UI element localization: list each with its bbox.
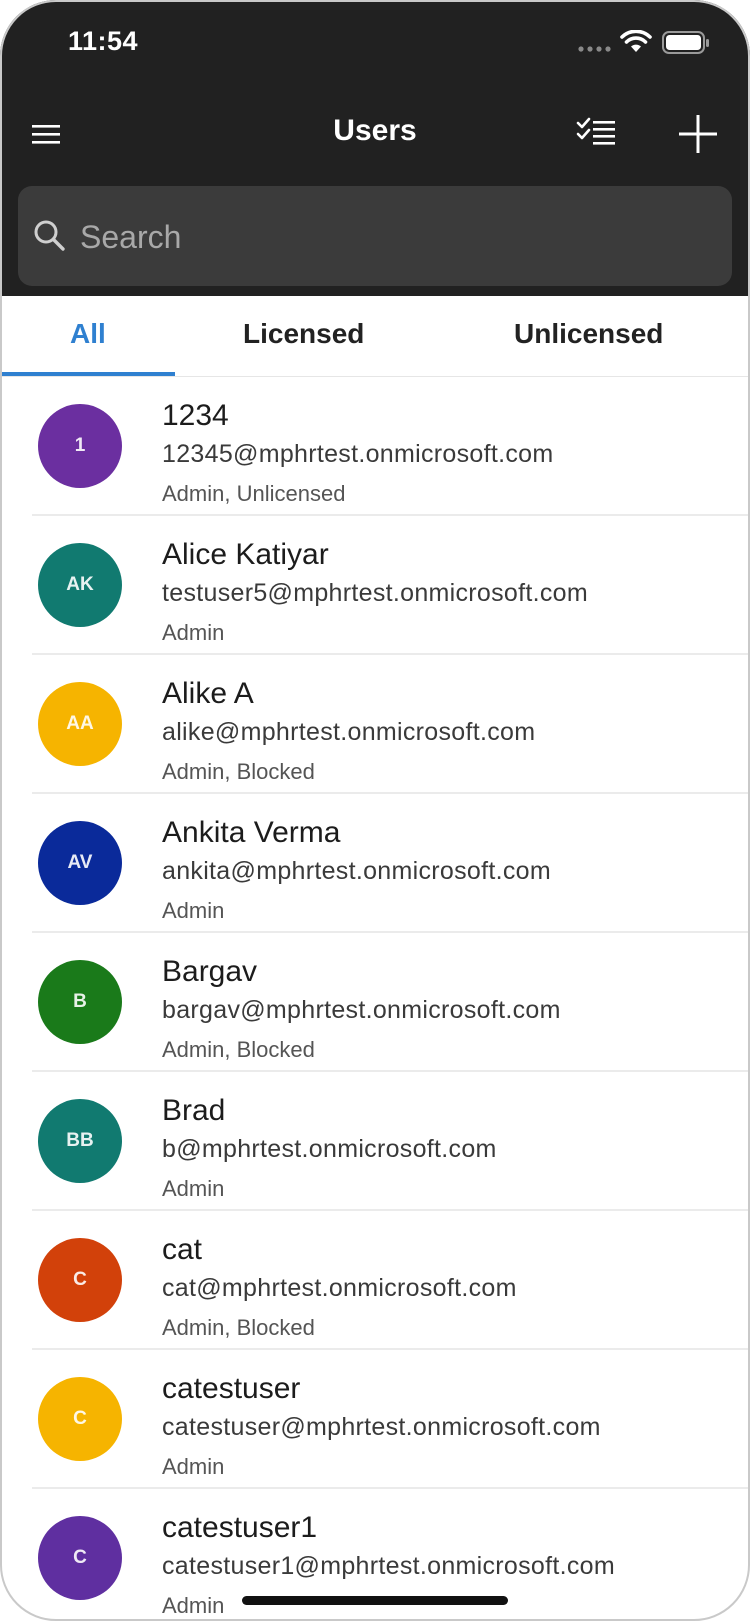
avatar: BB: [38, 1099, 122, 1183]
avatar: C: [38, 1516, 122, 1600]
avatar-initials: 1: [74, 435, 86, 456]
avatar: 1: [38, 404, 122, 488]
page-title: Users: [333, 114, 417, 147]
user-email: cat@mphrtest.onmicrosoft.com: [162, 1274, 517, 1302]
user-email: ankita@mphrtest.onmicrosoft.com: [162, 857, 551, 885]
user-roles: Admin, Blocked: [162, 1315, 315, 1340]
list-item[interactable]: B Bargav bargav@mphrtest.onmicrosoft.com…: [0, 933, 750, 1072]
app-header: Users: [0, 100, 750, 170]
user-name: cat: [162, 1233, 203, 1266]
list-item[interactable]: BB Brad b@mphrtest.onmicrosoft.com Admin: [0, 1072, 750, 1211]
list-item[interactable]: 1 1234 12345@mphrtest.onmicrosoft.com Ad…: [0, 377, 750, 516]
multi-select-icon[interactable]: [575, 114, 619, 154]
list-item[interactable]: AV Ankita Verma ankita@mphrtest.onmicros…: [0, 794, 750, 933]
tab-unlicensed[interactable]: Unlicensed: [514, 318, 663, 350]
user-email: bargav@mphrtest.onmicrosoft.com: [162, 996, 561, 1024]
list-item[interactable]: AK Alice Katiyar testuser5@mphrtest.onmi…: [0, 516, 750, 655]
avatar-initials: C: [73, 1547, 87, 1568]
user-roles: Admin: [162, 1593, 225, 1618]
tab-all[interactable]: All: [70, 318, 106, 350]
search-input[interactable]: [78, 212, 702, 262]
user-name: Alike A: [162, 677, 254, 710]
user-roles: Admin, Blocked: [162, 759, 315, 784]
wifi-icon: [620, 29, 652, 59]
user-email: catestuser1@mphrtest.onmicrosoft.com: [162, 1552, 615, 1580]
avatar: C: [38, 1238, 122, 1322]
add-user-icon[interactable]: [676, 112, 720, 156]
user-name: Ankita Verma: [162, 816, 341, 849]
user-name: Brad: [162, 1094, 226, 1127]
user-roles: Admin, Blocked: [162, 1037, 315, 1062]
search-bar: [18, 186, 732, 286]
avatar: B: [38, 960, 122, 1044]
user-roles: Admin: [162, 898, 225, 923]
avatar-initials: B: [73, 991, 87, 1012]
tab-licensed[interactable]: Licensed: [243, 318, 364, 350]
avatar-initials: AA: [66, 713, 94, 734]
list-item[interactable]: C cat cat@mphrtest.onmicrosoft.com Admin…: [0, 1211, 750, 1350]
user-roles: Admin: [162, 1454, 225, 1479]
user-roles: Admin: [162, 1176, 225, 1201]
user-email: b@mphrtest.onmicrosoft.com: [162, 1135, 497, 1163]
active-tab-indicator: [0, 372, 175, 376]
avatar-initials: AV: [67, 852, 93, 873]
avatar-initials: C: [73, 1408, 87, 1429]
user-name: catestuser1: [162, 1511, 318, 1544]
user-name: Bargav: [162, 955, 258, 988]
avatar: AA: [38, 682, 122, 766]
battery-icon: [662, 31, 710, 60]
user-roles: Admin: [162, 620, 225, 645]
list-item[interactable]: AA Alike A alike@mphrtest.onmicrosoft.co…: [0, 655, 750, 794]
user-email: testuser5@mphrtest.onmicrosoft.com: [162, 579, 588, 607]
cellular-signal-icon: [578, 40, 612, 58]
avatar-initials: BB: [66, 1130, 94, 1151]
search-icon: [32, 218, 68, 259]
user-list: 1 1234 12345@mphrtest.onmicrosoft.com Ad…: [0, 377, 750, 1621]
status-bar: 11:54: [0, 0, 750, 88]
user-name: 1234: [162, 399, 229, 432]
user-roles: Admin, Unlicensed: [162, 481, 346, 506]
user-email: catestuser@mphrtest.onmicrosoft.com: [162, 1413, 601, 1441]
status-time: 11:54: [68, 26, 139, 56]
user-email: alike@mphrtest.onmicrosoft.com: [162, 718, 536, 746]
avatar: AK: [38, 543, 122, 627]
phone-screen: 11:54 Users Search All Licensed Unlicens…: [0, 0, 750, 1621]
list-item[interactable]: C catestuser catestuser@mphrtest.onmicro…: [0, 1350, 750, 1489]
avatar: C: [38, 1377, 122, 1461]
user-name: Alice Katiyar: [162, 538, 329, 571]
home-indicator: [242, 1596, 508, 1605]
avatar: AV: [38, 821, 122, 905]
avatar-initials: AK: [66, 574, 94, 595]
user-name: catestuser: [162, 1372, 301, 1405]
filter-tabs: All Licensed Unlicensed: [0, 296, 750, 377]
user-email: 12345@mphrtest.onmicrosoft.com: [162, 440, 554, 468]
avatar-initials: C: [73, 1269, 87, 1290]
